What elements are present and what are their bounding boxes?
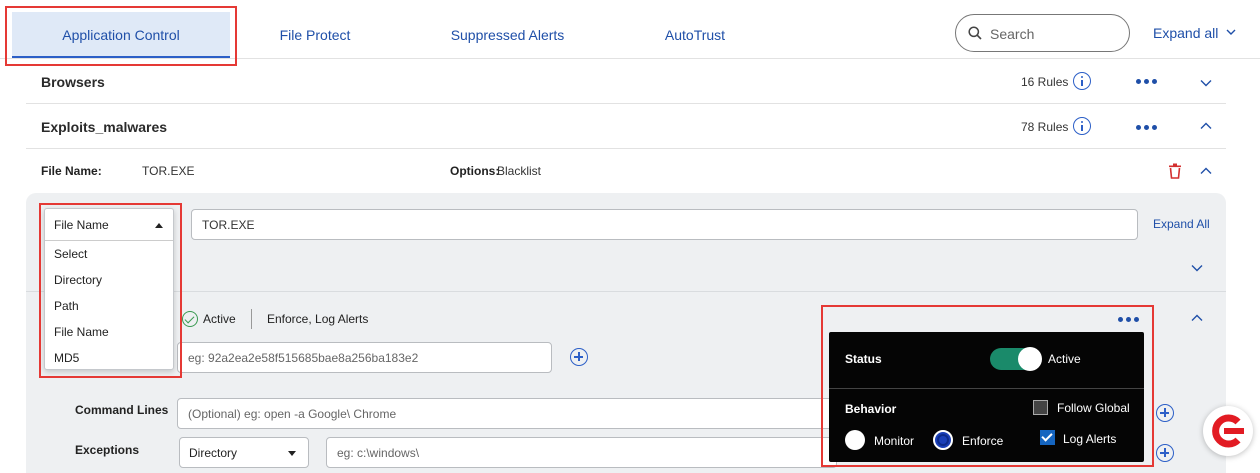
status-value: Active	[1048, 352, 1081, 366]
more-options-icon[interactable]	[1118, 317, 1142, 323]
search-box[interactable]	[955, 14, 1130, 52]
chevron-up-icon[interactable]	[1191, 314, 1203, 322]
tab-file-protect[interactable]: File Protect	[240, 12, 390, 58]
divider	[26, 291, 1226, 292]
exceptions-type-select[interactable]: Directory	[179, 437, 309, 468]
options-value: Blacklist	[497, 164, 542, 178]
behavior-text: Enforce, Log Alerts	[267, 312, 369, 326]
chevron-up-icon[interactable]	[1200, 122, 1212, 130]
rule-row[interactable]: File Name: TOR.EXE Options: Blacklist	[26, 149, 1226, 193]
chevron-up-icon[interactable]	[1200, 167, 1212, 175]
search-input[interactable]	[990, 24, 1120, 44]
rule-count: 16 Rules	[1021, 75, 1069, 89]
command-lines-input[interactable]: (Optional) eg: open -a Google\ Chrome	[177, 398, 837, 429]
group-name: Browsers	[41, 74, 105, 90]
type-dropdown[interactable]: File Name Select Directory Path File Nam…	[44, 208, 174, 370]
brand-logo[interactable]	[1203, 406, 1253, 456]
dropdown-option-path[interactable]: Path	[54, 299, 79, 313]
exceptions-label: Exceptions	[75, 443, 140, 457]
monitor-label: Monitor	[874, 434, 915, 448]
divider	[251, 309, 252, 329]
command-lines-label: Command Lines	[75, 403, 169, 417]
caret-down-icon	[288, 451, 296, 456]
expand-all-link[interactable]: Expand all	[1153, 25, 1218, 41]
tab-suppressed-alerts[interactable]: Suppressed Alerts	[420, 12, 595, 58]
behavior-label: Behavior	[845, 402, 897, 416]
logo-icon	[1212, 414, 1244, 448]
file-value-input[interactable]: TOR.EXE	[191, 209, 1138, 240]
add-icon[interactable]	[1156, 404, 1174, 422]
info-icon[interactable]	[1073, 117, 1091, 135]
search-icon	[968, 26, 982, 40]
add-icon[interactable]	[1156, 444, 1174, 462]
add-icon[interactable]	[570, 348, 588, 366]
rule-group-exploits-malwares[interactable]: Exploits_malwares 78 Rules	[26, 104, 1226, 149]
options-label: Options:	[450, 164, 500, 178]
exceptions-type-value: Directory	[189, 446, 238, 460]
more-options-icon[interactable]	[1136, 79, 1160, 85]
dropdown-option-file-name[interactable]: File Name	[54, 325, 109, 339]
monitor-radio[interactable]	[845, 430, 865, 450]
status-behavior-popup: Status Active Behavior Follow Global Mon…	[829, 332, 1144, 462]
tab-bar: Application Control File Protect Suppres…	[0, 0, 1260, 59]
divider	[829, 388, 1144, 389]
chevron-down-icon[interactable]	[1226, 28, 1236, 36]
type-dropdown-selected[interactable]: File Name	[45, 209, 173, 241]
dropdown-option-select[interactable]: Select	[54, 247, 87, 261]
tab-application-control[interactable]: Application Control	[12, 12, 230, 58]
log-alerts-label: Log Alerts	[1063, 432, 1117, 446]
chevron-down-icon[interactable]	[1200, 79, 1212, 87]
group-name: Exploits_malwares	[41, 119, 168, 135]
expand-all-link[interactable]: Expand All	[1153, 217, 1210, 231]
dropdown-option-md5[interactable]: MD5	[54, 351, 79, 365]
exceptions-input[interactable]: eg: c:\windows\	[326, 437, 837, 468]
exceptions-placeholder: eg: c:\windows\	[337, 446, 420, 460]
info-icon[interactable]	[1073, 72, 1091, 90]
tab-autotrust[interactable]: AutoTrust	[620, 12, 770, 58]
follow-global-checkbox[interactable]	[1033, 400, 1048, 415]
md5-placeholder: eg: 92a2ea2e58f515685bae8a256ba183e2	[188, 351, 419, 365]
enforce-radio[interactable]	[933, 430, 953, 450]
log-alerts-checkbox[interactable]	[1040, 430, 1055, 445]
rule-group-browsers[interactable]: Browsers 16 Rules	[26, 59, 1226, 104]
status-text: Active	[203, 312, 236, 326]
dropdown-option-directory[interactable]: Directory	[54, 273, 102, 287]
md5-input[interactable]: eg: 92a2ea2e58f515685bae8a256ba183e2	[177, 342, 552, 373]
caret-up-icon	[155, 223, 163, 228]
trash-icon[interactable]	[1168, 163, 1182, 179]
file-name-label: File Name:	[41, 164, 102, 178]
follow-global-label: Follow Global	[1057, 401, 1130, 415]
chevron-down-icon[interactable]	[1191, 264, 1203, 272]
rule-count: 78 Rules	[1021, 120, 1069, 134]
enforce-label: Enforce	[962, 434, 1004, 448]
more-options-icon[interactable]	[1136, 125, 1160, 131]
status-toggle[interactable]	[990, 347, 1042, 371]
active-check-icon	[182, 311, 198, 327]
file-value-text: TOR.EXE	[202, 218, 255, 232]
file-name-value: TOR.EXE	[142, 164, 195, 178]
type-selected-value: File Name	[54, 218, 109, 232]
command-lines-placeholder: (Optional) eg: open -a Google\ Chrome	[188, 407, 397, 421]
status-label: Status	[845, 352, 882, 366]
